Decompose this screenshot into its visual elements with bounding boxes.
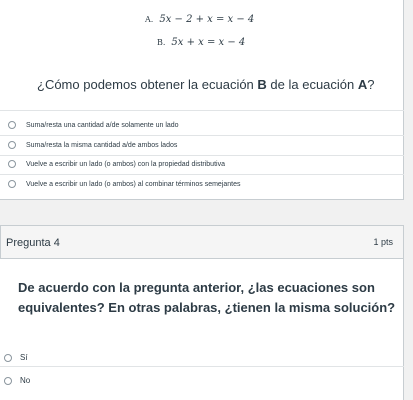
question-title: Pregunta 4 [6, 237, 60, 249]
answer-option-label: No [20, 376, 31, 385]
question-3-prompt: ¿Cómo podemos obtener la ecuación B de l… [37, 77, 375, 92]
divider [0, 135, 404, 136]
prompt-bold-a: A [357, 77, 368, 92]
divider [0, 366, 404, 367]
answer-option[interactable]: Suma/resta una cantidad a/de solamente u… [8, 121, 179, 129]
answer-option-label: Suma/resta una cantidad a/de solamente u… [26, 121, 179, 129]
answer-option-label: Sí [20, 353, 28, 362]
radio-button[interactable] [8, 180, 16, 188]
prompt-bold-b: B [257, 77, 267, 92]
equation-b: B. 5x + x = x − 4 [157, 37, 245, 48]
prompt-text: ? [367, 77, 375, 92]
radio-button[interactable] [8, 121, 16, 129]
answer-option-label: Suma/resta la misma cantidad a/de ambos … [26, 141, 178, 149]
divider [0, 155, 404, 156]
equation-a-label: A. [145, 15, 154, 24]
equation-a-expr: 5x − 2 + x = x − 4 [159, 14, 255, 25]
question-4-header: Pregunta 4 1 pts [0, 225, 404, 259]
equation-a: A. 5x − 2 + x = x − 4 [145, 14, 254, 25]
answer-option-si[interactable]: Sí [4, 353, 28, 362]
divider [0, 110, 404, 111]
equation-b-expr: 5x + x = x − 4 [171, 37, 246, 48]
prompt-text: ¿Cómo podemos obtener la ecuación [37, 77, 258, 92]
answer-option[interactable]: Suma/resta la misma cantidad a/de ambos … [8, 141, 177, 149]
answer-option-label: Vuelve a escribir un lado (o ambos) con … [26, 160, 225, 168]
answer-option[interactable]: Vuelve a escribir un lado (o ambos) al c… [8, 180, 241, 188]
prompt-text: de la ecuación [266, 77, 358, 92]
answer-option[interactable]: Vuelve a escribir un lado (o ambos) con … [8, 160, 225, 168]
answer-option-label: Vuelve a escribir un lado (o ambos) al c… [26, 180, 241, 188]
question-points: 1 pts [373, 237, 393, 247]
question-3-card: A. 5x − 2 + x = x − 4 B. 5x + x = x − 4 ¿C… [0, 0, 404, 200]
answer-option-no[interactable]: No [4, 376, 30, 385]
radio-button[interactable] [8, 160, 16, 168]
divider [0, 174, 404, 175]
radio-button[interactable] [4, 376, 12, 385]
radio-button[interactable] [4, 353, 12, 362]
question-4-prompt: De acuerdo con la pregunta anterior, ¿la… [18, 280, 396, 315]
radio-button[interactable] [8, 141, 16, 149]
equation-b-label: B. [157, 38, 166, 47]
